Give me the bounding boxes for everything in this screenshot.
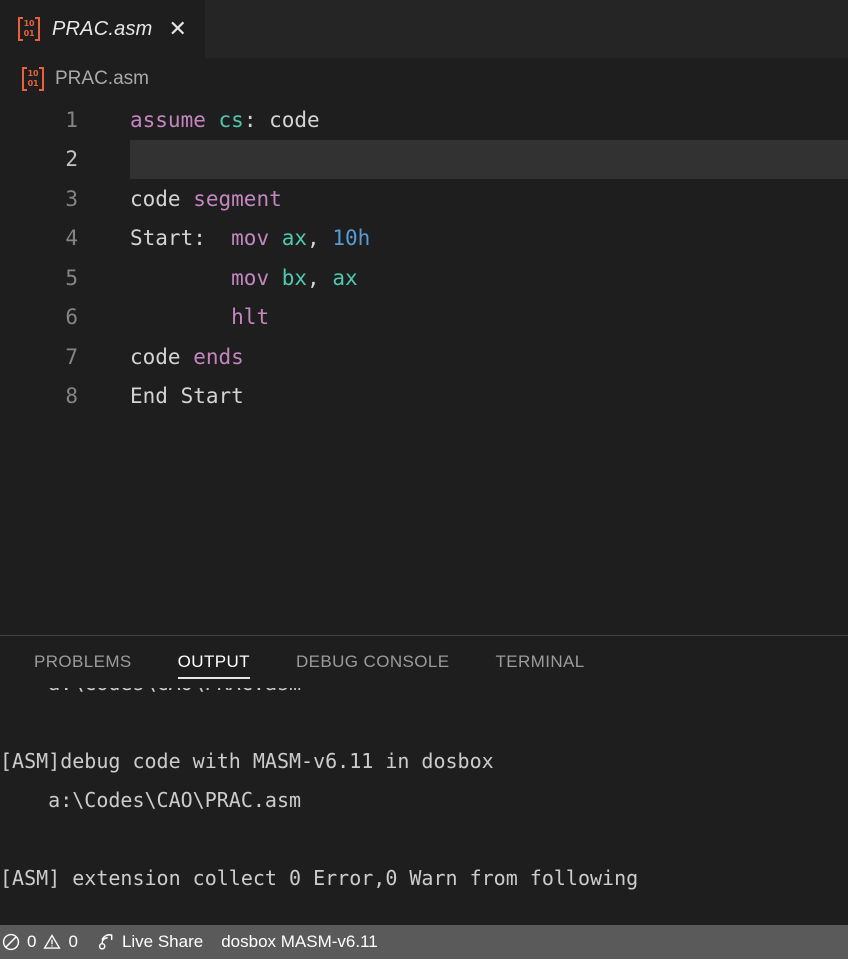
code-token: , [307,265,320,290]
code-editor[interactable]: 1 assume cs: code 2 3 code segment 4 Start: mo… [0,100,848,635]
broadcast-icon [96,933,115,952]
line-number: 3 [65,186,78,211]
code-token: ends [193,344,244,369]
code-token: 10h [332,226,371,251]
output-line: [ASM]debug code with MASM-v6.11 in dosbo… [0,749,494,773]
status-problems[interactable]: 0 0 [0,925,87,959]
code-token: cs [218,107,244,132]
status-live-share[interactable]: Live Share [87,925,212,959]
live-share-label: Live Share [121,932,204,951]
code-lines-container: 1 assume cs: code 2 3 code segment 4 Start: mo… [0,100,848,416]
output-line: [ASM] extension collect 0 Error,0 Warn f… [0,866,639,890]
code-token: End Start [130,384,244,409]
code-line[interactable]: 3 code segment [0,179,848,219]
asm-icon-digit-top: 10 [23,19,35,28]
code-token: ax [281,226,308,251]
code-token: segment [193,186,282,211]
output-line: a:\Codes\CAO\PRAC.asm [0,788,302,812]
active-line-highlight [130,139,848,179]
code-line[interactable]: 5 mov bx, ax [0,258,848,298]
line-number: 8 [65,384,78,409]
code-text: hlt [104,305,269,329]
code-token: Start: [130,226,206,251]
code-token: ax [332,265,358,290]
editor-tab-prac-asm[interactable]: 10 01 PRAC.asm ✕ [0,0,206,58]
code-line[interactable]: 2 [0,139,848,179]
status-bar: 0 0 Live Share dosbox MASM-v6.11 [0,925,848,959]
code-token: : [243,107,257,132]
asm-file-icon: 10 01 [22,66,44,92]
code-line[interactable]: 6 hlt [0,298,848,338]
line-number: 4 [65,226,78,251]
code-line[interactable]: 4 Start: mov ax, 10h [0,219,848,259]
breadcrumb-item-file[interactable]: PRAC.asm [55,68,149,90]
panel-tab-label: PROBLEMS [34,652,132,671]
code-text: End Start [104,384,244,408]
panel-tab-problems[interactable]: PROBLEMS [34,636,132,688]
line-number: 6 [65,305,78,330]
bottom-panel: PROBLEMS OUTPUT DEBUG CONSOLE TERMINAL a:\C… [0,636,848,925]
line-number: 5 [65,265,78,290]
line-number: 2 [65,147,78,172]
code-token: code [269,107,320,132]
warning-triangle-icon [43,933,62,951]
asm-file-icon: 10 01 [18,16,40,42]
code-text: assume cs: code [104,108,320,132]
code-line[interactable]: 7 code ends [0,337,848,377]
code-token: code [130,344,181,369]
line-number: 7 [65,344,78,369]
panel-tab-output[interactable]: OUTPUT [177,636,251,688]
panel-tab-label: DEBUG CONSOLE [295,652,450,671]
output-view[interactable]: a:\Codes\CAO\PRAC.asm [ASM]debug code wit… [0,688,848,925]
asm-icon-digit-bottom: 01 [27,79,39,88]
editor-tab-label: PRAC.asm [52,17,153,40]
output-line: a:\Codes\CAO\PRAC.asm [0,688,848,703]
asm-icon-digit-bottom: 01 [23,29,35,38]
code-token: hlt [231,305,270,330]
asm-icon-digit-top: 10 [27,69,39,78]
code-text: mov bx, ax [104,266,358,290]
code-text: Start: mov ax, 10h [104,226,370,250]
code-text: code ends [104,345,244,369]
code-line[interactable]: 8 End Start [0,377,848,417]
panel-tab-terminal[interactable]: TERMINAL [495,636,584,688]
warning-count: 0 [68,932,78,951]
panel-tab-bar: PROBLEMS OUTPUT DEBUG CONSOLE TERMINAL [0,636,848,688]
panel-tab-debug-console[interactable]: DEBUG CONSOLE [296,636,450,688]
code-token: mov [231,265,270,290]
code-line[interactable]: 1 assume cs: code [0,100,848,140]
code-token: code [130,186,181,211]
status-build-target[interactable]: dosbox MASM-v6.11 [212,925,387,959]
code-token: mov [231,226,270,251]
breadcrumb: 10 01 PRAC.asm [0,58,848,100]
panel-tab-label: TERMINAL [495,652,585,671]
output-lines-container: a:\Codes\CAO\PRAC.asm [ASM]debug code wit… [0,688,848,898]
line-number: 1 [65,107,78,132]
close-icon[interactable]: ✕ [169,18,187,40]
code-token: assume [130,107,206,132]
build-target-label: dosbox MASM-v6.11 [221,932,378,951]
error-circle-icon [2,933,20,951]
panel-tab-label: OUTPUT [177,652,250,671]
error-count: 0 [27,932,37,951]
editor-tab-bar: 10 01 PRAC.asm ✕ [0,0,848,58]
code-token: bx [281,265,308,290]
code-token: , [307,226,320,251]
code-text: code segment [104,187,282,211]
